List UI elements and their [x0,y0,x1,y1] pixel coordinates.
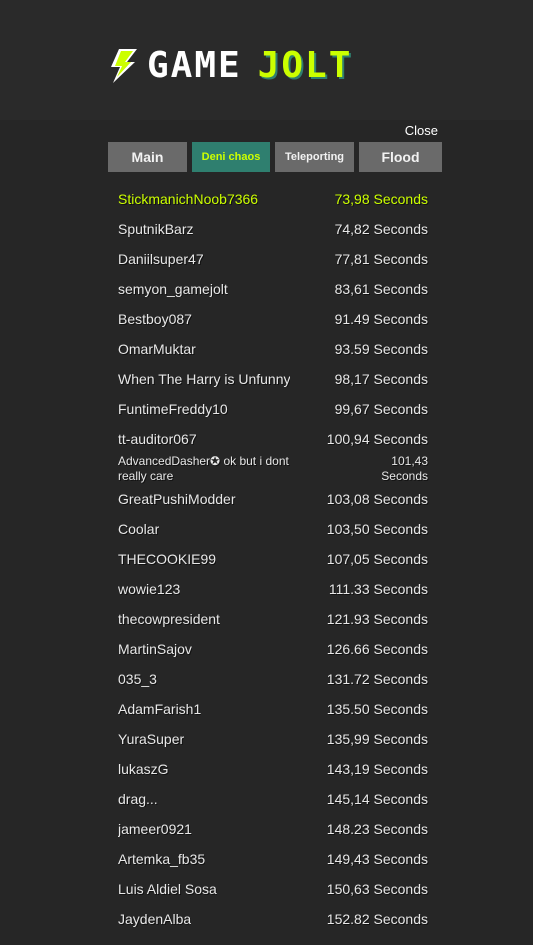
leaderboard-row: YuraSuper 135,99 Seconds [108,724,438,754]
player-name: YuraSuper [118,731,185,747]
player-score: 126.66 Seconds [326,641,428,657]
leaderboard-row: drag... 145,14 Seconds [108,784,438,814]
leaderboard-row: semyon_gamejolt 83,61 Seconds [108,274,438,304]
player-name: AdamFarish1 [118,701,202,717]
player-name: Coolar [118,521,160,537]
logo-word-game: GAME [147,45,242,86]
player-score: 152.82 Seconds [326,911,428,927]
player-name: lukaszG [118,761,169,777]
leaderboard-row: lukaszG 143,19 Seconds [108,754,438,784]
leaderboard-row: Daniilsuper47 77,81 Seconds [108,244,438,274]
player-name: semyon_gamejolt [118,281,228,297]
player-score: 135.50 Seconds [326,701,428,717]
player-name: wowie123 [118,581,181,597]
bolt-icon [111,49,137,83]
player-name: Artemka_fb35 [118,851,206,867]
leaderboard-row: When The Harry is Unfunny 98,17 Seconds [108,364,438,394]
leaderboard-row: StickmanichNoob7366 73,98 Seconds [108,184,438,214]
leaderboard-list: StickmanichNoob7366 73,98 Seconds SputnikB… [108,184,438,934]
player-score: 111.33 Seconds [328,581,428,597]
player-score: 93.59 Seconds [334,341,428,357]
leaderboard-row: FuntimeFreddy10 99,67 Seconds [108,394,438,424]
player-name: OmarMuktar [118,341,196,357]
player-score: 83,61 Seconds [334,281,428,297]
player-name: When The Harry is Unfunny [118,371,291,387]
player-score: 91.49 Seconds [334,311,428,327]
player-score: 103,08 Seconds [326,491,428,507]
player-name: MartinSajov [118,641,192,657]
leaderboard-row: wowie123 111.33 Seconds [108,574,438,604]
gamejolt-logo: GAME JOLT [107,48,352,84]
leaderboard-row: thecowpresident 121.93 Seconds [108,604,438,634]
player-name: Luis Aldiel Sosa [118,881,217,897]
leaderboard-row: GreatPushiModder 103,08 Seconds [108,484,438,514]
player-score: 150,63 Seconds [326,881,428,897]
player-score: 131.72 Seconds [326,671,428,687]
player-name: THECOOKIE99 [118,551,217,567]
player-score: 145,14 Seconds [326,791,428,807]
player-name: GreatPushiModder [118,491,236,507]
player-score: 77,81 Seconds [334,251,428,267]
player-name: SputnikBarz [118,221,194,237]
player-name: tt-auditor067 [118,431,197,447]
player-name: FuntimeFreddy10 [118,401,228,417]
player-score: 148.23 Seconds [326,821,428,837]
player-score: 99,67 Seconds [334,401,428,417]
player-score: 121.93 Seconds [326,611,428,627]
player-score: 143,19 Seconds [326,761,428,777]
player-name: thecowpresident [118,611,220,627]
player-name: JaydenAlba [118,911,192,927]
tab-deni-chaos[interactable]: Deni chaos [192,142,270,172]
player-name: 035_3 [118,671,157,687]
player-score: 98,17 Seconds [334,371,428,387]
leaderboard-row: tt-auditor067 100,94 Seconds [108,424,438,454]
leaderboard-row: Artemka_fb35 149,43 Seconds [108,844,438,874]
logo-word-jolt: JOLT [257,45,353,86]
close-button[interactable]: Close [405,123,438,138]
leaderboard-row: Coolar 103,50 Seconds [108,514,438,544]
leaderboard-row: Luis Aldiel Sosa 150,63 Seconds [108,874,438,904]
leaderboard-row: JaydenAlba 152.82 Seconds [108,904,438,934]
leaderboard-row: 035_3 131.72 Seconds [108,664,438,694]
player-name: StickmanichNoob7366 [118,191,259,207]
leaderboard-row: OmarMuktar 93.59 Seconds [108,334,438,364]
leaderboard-row: jameer0921 148.23 Seconds [108,814,438,844]
player-score: 101,43 Seconds [381,454,428,483]
player-score: 74,82 Seconds [334,221,428,237]
leaderboard-row: AdvancedDasher✪ ok but i dont really car… [108,454,438,484]
player-name: Bestboy087 [118,311,192,327]
leaderboard-row: Bestboy087 91.49 Seconds [108,304,438,334]
player-name: drag... [118,791,158,807]
tab-main[interactable]: Main [108,142,187,172]
leaderboard-row: MartinSajov 126.66 Seconds [108,634,438,664]
tab-flood[interactable]: Flood [359,142,442,172]
player-score: 107,05 Seconds [326,551,428,567]
tab-teleporting[interactable]: Teleporting [275,142,354,172]
player-score: 135,99 Seconds [326,731,428,747]
player-name: jameer0921 [118,821,192,837]
leaderboard-tabs: Main Deni chaos Teleporting Flood [108,142,442,172]
player-score: 100,94 Seconds [326,431,428,447]
player-score: 103,50 Seconds [326,521,428,537]
player-score: 73,98 Seconds [334,191,428,207]
leaderboard-row: AdamFarish1 135.50 Seconds [108,694,438,724]
player-name: Daniilsuper47 [118,251,204,267]
leaderboard-row: THECOOKIE99 107,05 Seconds [108,544,438,574]
player-score: 149,43 Seconds [326,851,428,867]
player-name: AdvancedDasher✪ ok but i dont really car… [118,454,289,483]
leaderboard-row: SputnikBarz 74,82 Seconds [108,214,438,244]
